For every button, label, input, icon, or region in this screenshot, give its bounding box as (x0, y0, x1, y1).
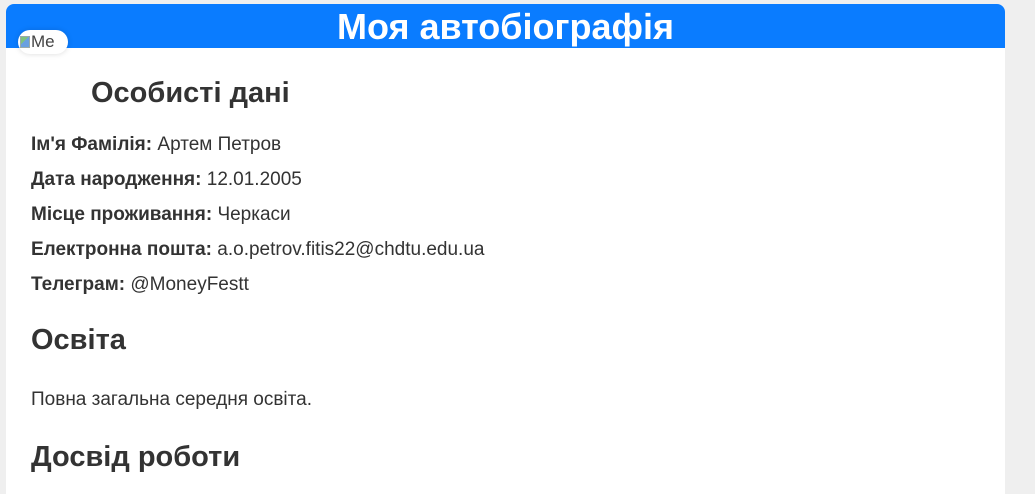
biography-page: Моя автобіографія Me Особисті дані Ім'я … (6, 4, 1005, 494)
info-row-name: Ім'я Фамілія: Артем Петров (31, 133, 281, 157)
avatar: Me (18, 30, 68, 54)
personal-section-title: Особисті дані (91, 77, 290, 109)
work-section-title: Досвід роботи (31, 441, 241, 473)
info-value: Черкаси (217, 204, 291, 225)
info-value: 12.01.2005 (206, 169, 302, 190)
info-label: Ім'я Фамілія: (31, 134, 153, 155)
page-header: Моя автобіографія (6, 4, 1005, 48)
page-title: Моя автобіографія (336, 6, 675, 47)
page-scrollbar-track[interactable] (1005, 0, 1035, 484)
education-text: Повна загальна середня освіта. (31, 389, 312, 410)
info-row-residence: Місце проживання: Черкаси (31, 203, 291, 227)
broken-image-icon (20, 36, 30, 48)
info-value: Артем Петров (157, 134, 282, 155)
info-label: Дата народження: (31, 169, 202, 190)
education-section-title: Освіта (31, 324, 126, 356)
info-row-telegram: Телеграм: @MoneyFestt (31, 273, 249, 297)
info-row-email: Електронна пошта: a.o.petrov.fitis22@chd… (31, 238, 484, 262)
info-label: Електронна пошта: (31, 239, 213, 260)
info-value: a.o.petrov.fitis22@chdtu.edu.ua (217, 239, 485, 260)
info-value: @MoneyFestt (130, 274, 249, 295)
info-label: Місце проживання: (31, 204, 213, 225)
info-row-birthdate: Дата народження: 12.01.2005 (31, 168, 302, 192)
avatar-alt-text: Me (31, 32, 55, 51)
info-label: Телеграм: (31, 274, 126, 295)
